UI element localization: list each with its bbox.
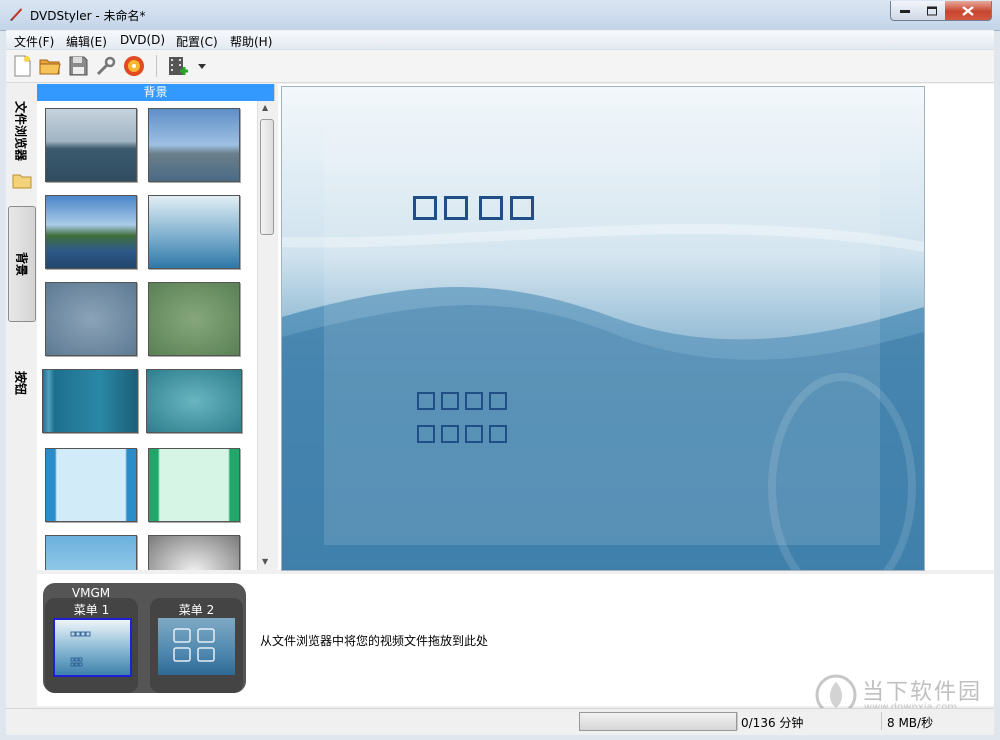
menu-2-label: 菜单 2 xyxy=(178,603,215,617)
settings-button[interactable] xyxy=(94,54,118,78)
title-placeholder-box[interactable] xyxy=(479,196,503,220)
backgrounds-header: 背景 xyxy=(37,84,274,101)
maximize-icon xyxy=(926,6,937,15)
disc-usage-progress-bar xyxy=(579,712,737,731)
tab-background[interactable]: 背景 xyxy=(8,206,36,322)
background-thumbnail[interactable] xyxy=(45,535,137,570)
open-folder-icon xyxy=(39,59,61,75)
add-video-dropdown[interactable] xyxy=(196,54,208,78)
menu-2-thumbnail[interactable] xyxy=(158,618,235,675)
backgrounds-panel: 背景 xyxy=(37,84,275,570)
drop-hint-text: 从文件浏览器中将您的视频文件拖放到此处 xyxy=(260,634,489,648)
settings-wrench-icon xyxy=(96,56,116,76)
tab-file-browser[interactable]: 文件浏览器 xyxy=(8,92,34,170)
burn-disc-icon xyxy=(124,56,144,76)
open-button[interactable] xyxy=(38,54,62,78)
background-thumbnail[interactable] xyxy=(148,195,240,269)
background-thumbnail[interactable] xyxy=(45,282,137,356)
dvdstyler-app-icon xyxy=(8,6,24,22)
menu-config[interactable]: 配置(C) xyxy=(176,33,218,50)
background-thumbnail[interactable] xyxy=(148,448,240,522)
background-thumbnail[interactable] xyxy=(45,195,137,269)
toolbar-separator xyxy=(156,55,157,77)
menu-1-preview-icon xyxy=(70,631,91,667)
close-button[interactable] xyxy=(945,1,992,21)
title-placeholder-box[interactable] xyxy=(444,196,468,220)
menu-background-image xyxy=(282,87,924,570)
close-icon xyxy=(962,5,974,16)
minimize-icon xyxy=(900,9,910,13)
menu-bar: 文件(F) 编辑(E) DVD(D) 配置(C) 帮助(H) xyxy=(6,31,994,50)
menu-edit[interactable]: 编辑(E) xyxy=(66,33,107,50)
menu-2-preview-icon xyxy=(173,628,215,662)
background-thumbnail[interactable] xyxy=(146,369,242,433)
backgrounds-scrollbar[interactable]: ▲ ▼ xyxy=(257,101,275,570)
button-placeholder-box[interactable] xyxy=(489,425,507,443)
button-placeholder-box[interactable] xyxy=(417,392,435,410)
add-video-button[interactable] xyxy=(166,54,190,78)
button-placeholder-box[interactable] xyxy=(465,392,483,410)
title-placeholder-box[interactable] xyxy=(413,196,437,220)
add-video-icon xyxy=(169,57,188,75)
button-placeholder-box[interactable] xyxy=(489,392,507,410)
status-bar xyxy=(6,708,994,735)
folder-icon xyxy=(12,172,32,190)
menu-help[interactable]: 帮助(H) xyxy=(230,33,272,50)
menu-canvas[interactable] xyxy=(281,86,925,571)
button-placeholder-box[interactable] xyxy=(441,425,459,443)
background-thumbnail[interactable] xyxy=(45,448,137,522)
background-thumbnail[interactable] xyxy=(45,108,137,182)
maximize-button[interactable] xyxy=(918,1,946,21)
background-thumbnail[interactable] xyxy=(148,535,240,570)
save-icon xyxy=(69,56,88,76)
scroll-down-icon[interactable]: ▼ xyxy=(262,557,268,566)
button-placeholder-box[interactable] xyxy=(417,425,435,443)
scroll-up-icon[interactable]: ▲ xyxy=(262,103,268,112)
menu-dvd[interactable]: DVD(D) xyxy=(120,33,165,47)
background-thumbnail[interactable] xyxy=(42,369,138,433)
tab-background-label: 背景 xyxy=(14,251,29,277)
title-placeholder-box[interactable] xyxy=(510,196,534,220)
toolbar xyxy=(6,50,994,83)
background-thumbnail[interactable] xyxy=(148,282,240,356)
scroll-thumb[interactable] xyxy=(260,119,274,235)
burn-button[interactable] xyxy=(122,54,146,78)
save-button[interactable] xyxy=(66,54,90,78)
button-placeholder-box[interactable] xyxy=(441,392,459,410)
tab-file-browser-label: 文件浏览器 xyxy=(13,100,28,162)
window-title: DVDStyler - 未命名* xyxy=(30,9,146,23)
side-tab-strip: 文件浏览器 背景 按钮 xyxy=(6,86,36,570)
menu-1-label: 菜单 1 xyxy=(73,603,110,617)
duration-text: 0/136 分钟 xyxy=(741,716,804,730)
title-bar[interactable] xyxy=(0,0,1000,31)
new-file-icon xyxy=(14,55,31,77)
tab-buttons[interactable]: 按钮 xyxy=(8,348,34,418)
dropdown-arrow-icon xyxy=(198,64,206,69)
bitrate-text: 8 MB/秒 xyxy=(887,716,934,730)
background-thumbnail[interactable] xyxy=(148,108,240,182)
button-placeholder-box[interactable] xyxy=(465,425,483,443)
menu-file[interactable]: 文件(F) xyxy=(14,33,54,50)
minimize-button[interactable] xyxy=(890,1,920,21)
status-separator xyxy=(737,712,738,730)
menu-1-thumbnail[interactable] xyxy=(53,618,132,677)
status-separator xyxy=(881,712,882,730)
new-file-button[interactable] xyxy=(10,54,34,78)
tab-buttons-label: 按钮 xyxy=(13,370,28,396)
